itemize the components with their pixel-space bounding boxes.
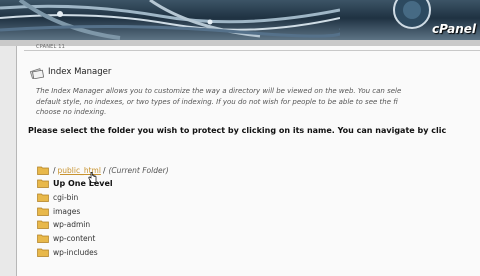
- folder-name[interactable]: wp-includes: [53, 248, 98, 257]
- cpanel-header-banner: cPanel V: [0, 0, 480, 40]
- breadcrumb-divider: [24, 50, 480, 51]
- current-folder-row: / public_html / (Current Folder): [37, 164, 169, 176]
- folder-name[interactable]: cgi-bin: [53, 193, 78, 202]
- description-line: default style, no indexes, or two types …: [36, 97, 398, 106]
- folder-item[interactable]: wp-includes: [37, 246, 98, 258]
- folder-up-icon: [37, 179, 49, 188]
- folder-item[interactable]: wp-content: [37, 232, 95, 244]
- folder-name[interactable]: wp-admin: [53, 220, 90, 229]
- root-slash: /: [53, 165, 56, 175]
- up-one-level-row[interactable]: Up One Level: [37, 177, 113, 189]
- index-manager-icon: [30, 68, 44, 79]
- description-line: The Index Manager allows you to customiz…: [36, 87, 402, 95]
- folder-name[interactable]: images: [53, 207, 80, 216]
- folder-name[interactable]: wp-content: [53, 234, 95, 243]
- page-description: The Index Manager allows you to customiz…: [36, 86, 480, 118]
- folder-icon: [37, 193, 49, 202]
- folder-icon: [37, 248, 49, 257]
- cpanel-logo-text: cPanel V: [432, 22, 480, 36]
- folder-icon: [37, 166, 49, 175]
- folder-icon: [37, 220, 49, 229]
- hand-pointer-cursor-icon: [88, 172, 97, 183]
- folder-item[interactable]: wp-admin: [37, 218, 90, 230]
- description-line: choose no indexing.: [36, 108, 107, 116]
- current-folder-note: (Current Folder): [108, 165, 169, 175]
- select-folder-instruction: Please select the folder you wish to pro…: [28, 126, 447, 135]
- page-title: Index Manager: [48, 67, 112, 77]
- folder-icon: [37, 207, 49, 216]
- network-cables-image: [0, 0, 340, 40]
- path-separator: /: [102, 165, 106, 175]
- folder-item[interactable]: images: [37, 205, 80, 217]
- folder-item[interactable]: cgi-bin: [37, 191, 78, 203]
- folder-icon: [37, 234, 49, 243]
- up-one-level-link[interactable]: Up One Level: [53, 179, 113, 188]
